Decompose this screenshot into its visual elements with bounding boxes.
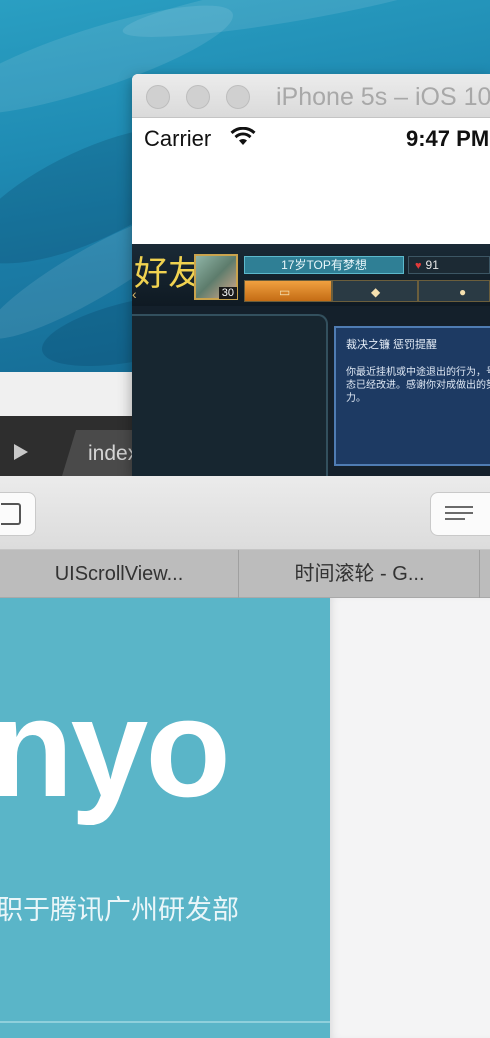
browser-tab[interactable]: 时间滚轮 - G...: [240, 550, 480, 598]
notice-body: 你最近挂机或中途退出的行为，号状态已经改进。感谢你对成做出的努力。: [346, 367, 490, 404]
browser-tab-bar: UIScrollView... 时间滚轮 - G...: [0, 550, 490, 598]
heart-icon: ♥: [415, 260, 422, 272]
game-panel: [132, 314, 328, 476]
friends-label: 好友: [134, 254, 202, 294]
player-level: 30: [218, 287, 237, 299]
hero-title: nyo: [0, 669, 231, 826]
player-name: 17岁TOP有梦想: [244, 256, 404, 274]
play-icon[interactable]: [14, 444, 28, 460]
rank-icon: ◆: [371, 285, 381, 299]
show-tabs-button[interactable]: [0, 492, 36, 536]
game-screen[interactable]: 好友 ‹ 30 17岁TOP有梦想 ♥ 91 ▭ ◆ ● 裁决之镰 惩罚提醒 你最…: [132, 244, 490, 476]
game-tab-chat[interactable]: ▭: [244, 280, 332, 302]
minimize-button[interactable]: [186, 85, 210, 109]
status-time: 9:47 PM: [406, 126, 490, 151]
carrier-label: Carrier: [144, 126, 212, 151]
editor-tab-label: index: [88, 442, 139, 465]
wifi-icon: [230, 127, 256, 145]
notice-title: 裁决之镰 惩罚提醒: [346, 339, 438, 351]
game-tab-friends[interactable]: ●: [418, 280, 490, 302]
simulator-window: iPhone 5s – iOS 10 Carrier 9:47 PM 好友 ‹ …: [132, 74, 490, 476]
zoom-button[interactable]: [226, 85, 250, 109]
penalty-notice: 裁决之镰 惩罚提醒 你最近挂机或中途退出的行为，号状态已经改进。感谢你对成做出的…: [334, 326, 490, 466]
close-button[interactable]: [146, 85, 170, 109]
browser-tab[interactable]: UIScrollView...: [0, 550, 239, 598]
hero-subtitle: 职于腾讯广州研发部: [0, 895, 239, 925]
friend-icon: ●: [459, 285, 467, 299]
reader-icon: [445, 506, 473, 524]
page-hero: nyo 职于腾讯广州研发部: [0, 598, 330, 1038]
browser-toolbar: [0, 476, 490, 550]
game-tab-rank[interactable]: ◆: [332, 280, 418, 302]
page-background: [330, 598, 490, 1038]
simulator-title-bar[interactable]: iPhone 5s – iOS 10: [132, 74, 490, 118]
reader-button[interactable]: [430, 492, 490, 536]
chat-icon: ▭: [279, 285, 291, 299]
ios-status-bar: Carrier 9:47 PM: [132, 118, 490, 158]
simulator-title: iPhone 5s – iOS 10: [276, 83, 490, 111]
heart-counter: ♥ 91: [408, 256, 490, 274]
tabs-icon: [1, 503, 21, 525]
heart-count: 91: [425, 258, 439, 272]
hero-divider: [0, 1021, 330, 1023]
avatar[interactable]: 30: [194, 254, 238, 300]
back-arrow-icon[interactable]: ‹: [132, 286, 137, 302]
